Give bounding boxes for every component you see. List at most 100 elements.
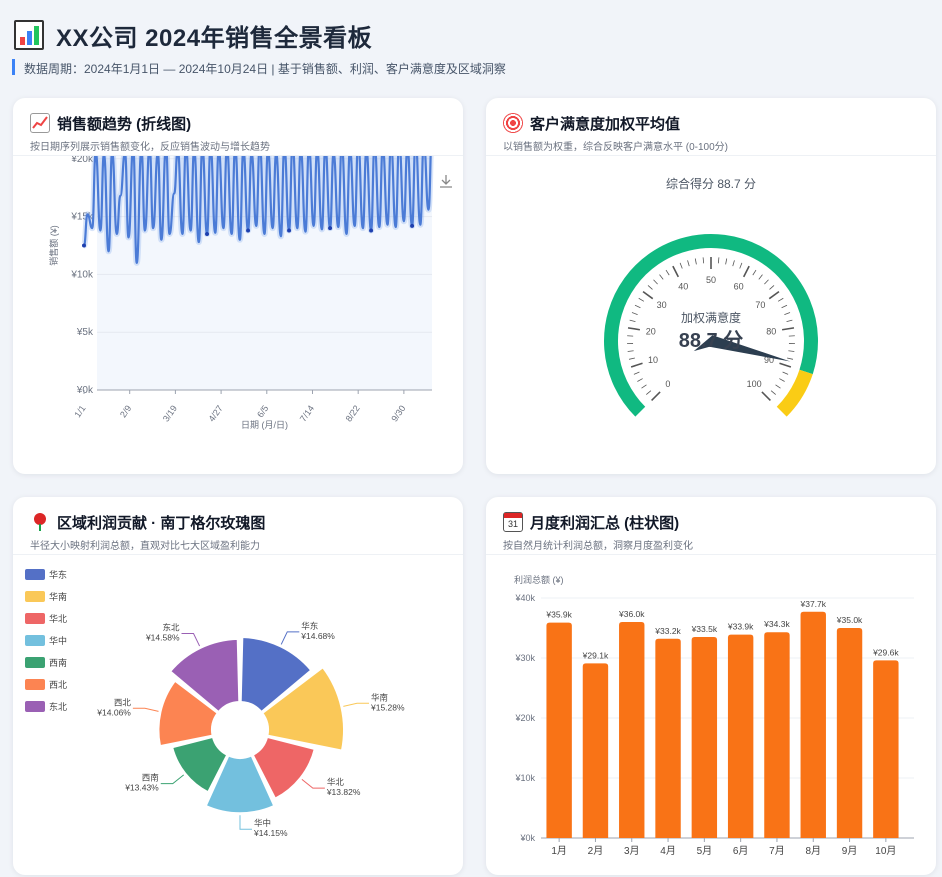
gauge-tick [717, 257, 720, 264]
slice-label-line [280, 631, 300, 645]
bar-data-label: ¥33.5k [691, 624, 718, 634]
gauge-tick [769, 285, 775, 290]
gauge-tick-label: 60 [734, 282, 744, 292]
gauge-tick [770, 390, 776, 395]
slice-category-label: 华北 [327, 777, 345, 787]
gauge-tick-label: 30 [657, 300, 667, 310]
gauge-tick [629, 319, 636, 322]
bar [727, 634, 754, 838]
legend-label: 华东 [49, 569, 67, 580]
gauge-tick [694, 258, 697, 265]
rose-icon [30, 512, 50, 532]
gauge-tick-label: 70 [755, 300, 765, 310]
gauge-tick [630, 362, 643, 368]
trend-chart-icon [30, 113, 50, 133]
target-icon [503, 113, 523, 133]
legend-swatch [25, 569, 45, 580]
gauge-tick [672, 265, 680, 278]
slice-category-label: 华东 [301, 621, 318, 631]
gauge-tick [779, 378, 785, 382]
bar [619, 622, 645, 838]
x-tick-label: 9/30 [389, 403, 407, 423]
region-profit-card: 区域利润贡献 · 南丁格尔玫瑰图 半径大小映射利润总额，直观对比七大区域盈利能力… [13, 497, 463, 875]
x-axis-label: 日期 (月/日) [241, 420, 288, 430]
gauge-tick [679, 262, 683, 269]
data-point [287, 228, 292, 233]
bar-data-label: ¥33.9k [727, 622, 754, 632]
x-tick-label: 6月 [733, 845, 749, 857]
gauge-tick [761, 391, 771, 401]
gauge-tick [627, 327, 641, 331]
sales-line-chart: ¥0k¥5k¥10k¥15k¥20k¥25k1/12/93/194/276/57… [48, 156, 452, 430]
dashboard-header: XX公司 2024年销售全景看板 数据周期：2024年1月1日 — 2024年1… [0, 0, 942, 90]
x-tick-label: 1月 [551, 845, 567, 857]
gauge-tick [653, 279, 658, 285]
legend-label: 西北 [49, 680, 67, 690]
bar-data-label: ¥35.0k [836, 615, 863, 625]
slice-label-line [160, 774, 185, 785]
x-tick-label: 1/1 [72, 403, 87, 419]
x-tick-label: 7/14 [298, 403, 316, 423]
data-point [328, 226, 333, 231]
bar-data-label: ¥36.0k [618, 609, 645, 619]
gauge-tick [784, 312, 791, 315]
slice-label-line [239, 815, 252, 830]
slice-label-line [343, 702, 369, 707]
gauge-title: 综合得分 88.7 分 [666, 176, 756, 191]
gauge-tick [665, 269, 670, 276]
slice-category-label: 西南 [142, 773, 159, 783]
card-title: 客户满意度加权平均值 [530, 116, 681, 133]
gauge-tick [782, 371, 789, 375]
gauge-tick [641, 384, 647, 389]
card-description: 半径大小映射利润总额，直观对比七大区域盈利能力 [30, 541, 260, 552]
gauge-tick [634, 304, 641, 309]
gauge-tick [779, 362, 792, 368]
legend-swatch [25, 591, 45, 602]
calendar-icon: 31 [503, 512, 523, 532]
gauge-tick [702, 257, 705, 264]
data-point [246, 228, 251, 233]
bar-data-label: ¥29.1k [582, 650, 609, 660]
page-title: XX公司 2024年销售全景看板 [56, 25, 373, 52]
gauge-tick [786, 319, 793, 322]
slice-category-label: 东北 [163, 622, 181, 632]
gauge-tick-label: 0 [665, 379, 670, 389]
card-header: 客户满意度加权平均值 以销售额为权重，综合反映客户满意水平 (0-100分) [486, 98, 936, 156]
bar-chart-icon [14, 20, 44, 50]
y-tick-label: ¥0k [519, 833, 535, 843]
gauge-tick [651, 391, 661, 401]
gauge-tick-label: 50 [706, 275, 716, 285]
gauge-tick [739, 262, 743, 269]
gauge-tick [787, 357, 794, 360]
card-title: 月度利润汇总 (柱状图) [530, 515, 680, 532]
download-icon[interactable] [440, 175, 452, 188]
legend-swatch [25, 701, 45, 712]
card-header: 销售额趋势 (折线图) 按日期序列展示销售额变化，反应销售波动与增长趋势 [13, 98, 463, 156]
slice-value-label: ¥13.82% [326, 787, 361, 797]
y-tick-label: ¥20k [514, 713, 535, 723]
x-tick-label: 3月 [624, 845, 640, 857]
slice-value-label: ¥14.15% [253, 828, 288, 838]
monthly-bar-chart: 利润总额 (¥) ¥0k ¥10k ¥20k ¥30k ¥40k ¥35.9k 1月 ¥29.1… [514, 574, 914, 857]
gauge-tick [758, 274, 763, 280]
gauge-tick-label: 100 [747, 379, 762, 389]
card-title: 销售额趋势 (折线图) [57, 116, 192, 133]
slice-category-label: 华中 [254, 818, 271, 828]
card-title: 区域利润贡献 · 南丁格尔玫瑰图 [57, 515, 266, 532]
data-point [369, 228, 374, 233]
gauge-tick-label: 20 [646, 326, 656, 336]
gauge-tick [768, 290, 780, 300]
legend-label: 东北 [49, 701, 67, 712]
subtitle-accent-bar [12, 59, 15, 75]
legend-swatch [25, 613, 45, 624]
gauge-tick [659, 274, 664, 280]
y-tick-label: ¥10k [514, 773, 535, 783]
bar-data-label: ¥37.7k [799, 599, 826, 609]
x-tick-label: 8月 [805, 845, 821, 857]
bar [546, 622, 572, 838]
slice-category-label: 华南 [371, 692, 388, 702]
slice-value-label: ¥15.28% [370, 702, 405, 712]
bar [691, 637, 718, 838]
bar-data-label: ¥29.6k [872, 647, 899, 657]
bar [655, 638, 681, 838]
